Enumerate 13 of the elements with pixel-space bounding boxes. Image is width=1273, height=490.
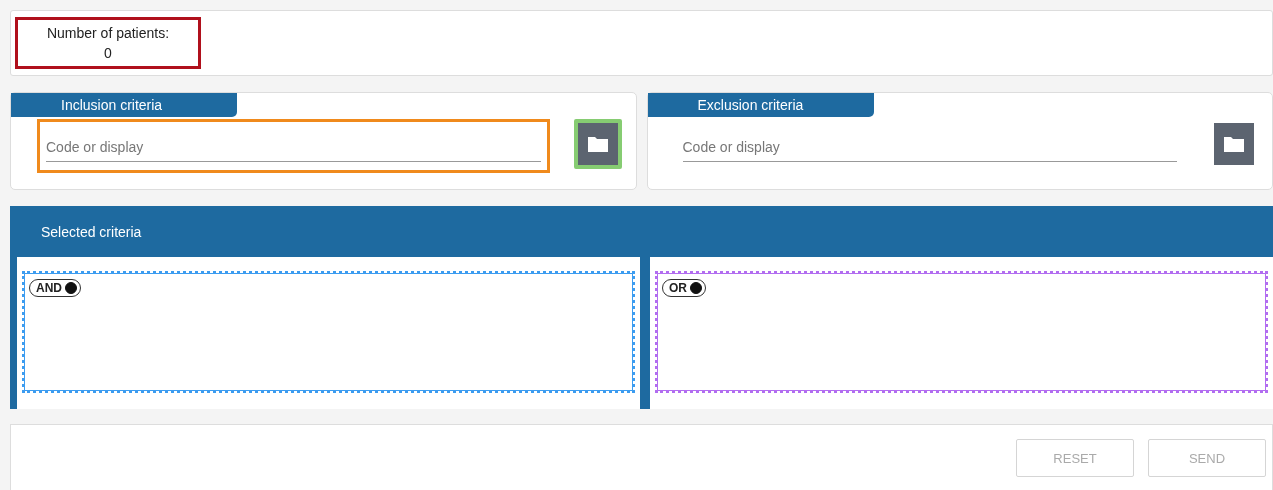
toggle-knob	[690, 282, 702, 294]
toggle-knob	[65, 282, 77, 294]
criteria-title: Inclusion criteria	[11, 93, 237, 117]
selected-criteria-title: Selected criteria	[40, 222, 143, 242]
folder-icon	[586, 135, 609, 153]
operator-toggle[interactable]: OR	[662, 279, 706, 297]
criteria-title: Exclusion criteria	[647, 93, 874, 117]
patient-count-value: 0	[104, 44, 112, 63]
patient-count-label: Number of patients:	[46, 24, 170, 43]
search-field[interactable]: Code or display	[37, 119, 550, 173]
operator-toggle[interactable]: AND	[29, 279, 81, 297]
folder-icon	[1223, 135, 1245, 153]
folder-button[interactable]	[573, 119, 622, 169]
